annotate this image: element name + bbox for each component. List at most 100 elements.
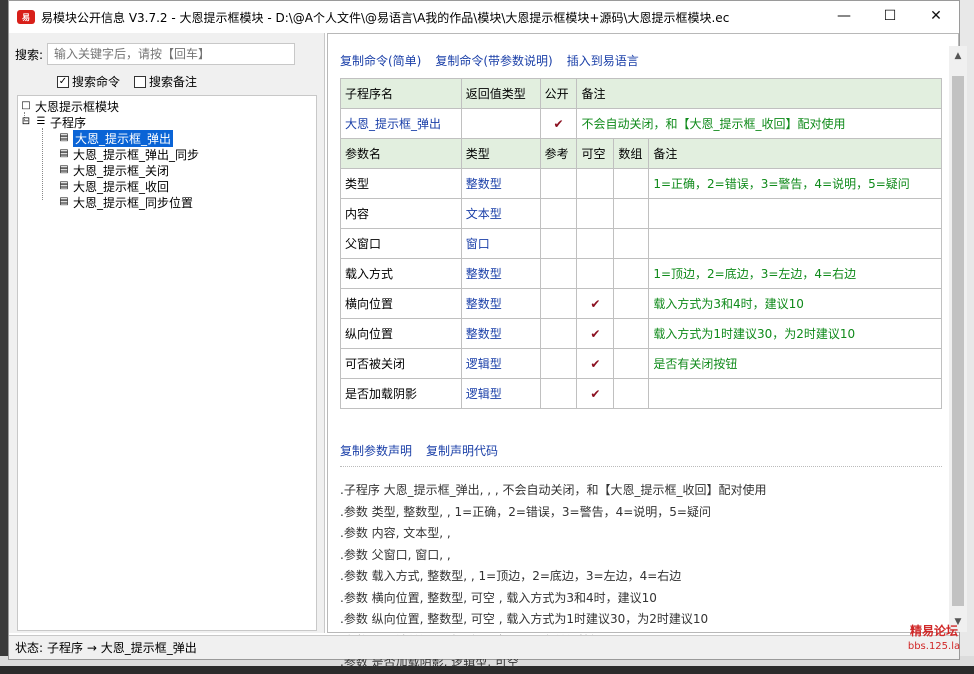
param-name: 纵向位置 — [340, 318, 462, 349]
copy-param-decl-link[interactable]: 复制参数声明 — [340, 442, 412, 459]
subroutine-icon: ▤ — [59, 164, 69, 175]
param-type: 文本型 — [460, 198, 541, 229]
param-array — [613, 288, 650, 319]
watermark: 精易论坛 bbs.125.la — [896, 624, 972, 654]
param-array — [613, 378, 650, 409]
param-ref — [539, 198, 578, 229]
cmd-return-type — [460, 108, 541, 139]
tree-folder[interactable]: ⊟ ☰ 子程序 — [18, 114, 316, 130]
tree-item-label: 大恩_提示框_收回 — [73, 179, 170, 194]
param-note: 1=正确，2=错误，3=警告，4=说明，5=疑问 — [648, 168, 942, 199]
search-input[interactable] — [47, 43, 296, 65]
param-type: 整数型 — [460, 288, 541, 319]
param-array — [613, 198, 650, 229]
minimize-button[interactable]: — — [821, 1, 867, 31]
param-optional-check-icon: ✔ — [576, 348, 615, 379]
param-optional-check-icon: ✔ — [576, 378, 615, 409]
stack-icon: ☰ — [36, 116, 46, 127]
param-ref — [539, 378, 578, 409]
table-row: 横向位置 整数型 ✔ 载入方式为3和4时，建议10 — [340, 288, 942, 319]
tree-root[interactable]: □ 大恩提示框模块 — [18, 98, 316, 114]
cmd-name: 大恩_提示框_弹出 — [340, 108, 462, 139]
scroll-thumb[interactable] — [952, 76, 964, 606]
param-name: 可否被关闭 — [340, 348, 462, 379]
param-name: 父窗口 — [340, 228, 462, 259]
param-ref — [539, 228, 578, 259]
header-cell: 返回值类型 — [460, 78, 541, 109]
status-label: 状态: — [15, 641, 44, 655]
param-type: 整数型 — [460, 318, 541, 349]
window-controls: — ☐ ✕ — [821, 1, 959, 31]
search-note-checkbox[interactable]: 搜索备注 — [134, 73, 197, 90]
param-type: 窗口 — [460, 228, 541, 259]
param-name: 内容 — [340, 198, 462, 229]
copy-decl-code-link[interactable]: 复制声明代码 — [426, 442, 498, 459]
param-name: 类型 — [340, 168, 462, 199]
scroll-up-icon[interactable]: ▲ — [949, 46, 967, 66]
subroutine-icon: ▤ — [59, 180, 69, 191]
divider — [340, 466, 942, 467]
table-row: 可否被关闭 逻辑型 ✔ 是否有关闭按钮 — [340, 348, 942, 379]
maximize-button[interactable]: ☐ — [867, 1, 913, 31]
tree-item[interactable]: ▤ 大恩_提示框_关闭 — [18, 162, 316, 178]
param-optional-check-icon: ✔ — [576, 288, 615, 319]
info-table: 子程序名 返回值类型 公开 备注 大恩_提示框_弹出 ✔ 不会自动关闭，和【大恩… — [340, 78, 942, 409]
param-array — [613, 348, 650, 379]
search-command-label: 搜索命令 — [72, 75, 121, 89]
code-line: .参数 父窗口, 窗口, , — [340, 547, 451, 562]
search-row: 搜索: — [15, 43, 296, 65]
param-name: 横向位置 — [340, 288, 462, 319]
command-links: 复制命令(简单) 复制命令(带参数说明) 插入到易语言 — [340, 52, 639, 69]
vertical-scrollbar[interactable]: ▲ ▼ — [949, 46, 967, 632]
copy-simple-link[interactable]: 复制命令(简单) — [340, 52, 421, 69]
header-cell: 参考 — [539, 138, 578, 169]
param-note: 载入方式为3和4时，建议10 — [648, 288, 942, 319]
param-note — [648, 378, 942, 409]
desktop-left-edge — [0, 0, 8, 666]
param-array — [613, 258, 650, 289]
tree-item[interactable]: ▤ 大恩_提示框_收回 — [18, 178, 316, 194]
checkbox-unchecked-icon — [134, 75, 147, 88]
checkbox-checked-icon: ✓ — [57, 75, 69, 88]
status-bar: 状态: 子程序 → 大恩_提示框_弹出 — [9, 635, 959, 659]
param-optional — [576, 258, 615, 289]
tree-item-label: 大恩_提示框_同步位置 — [73, 195, 194, 210]
search-command-checkbox[interactable]: ✓ 搜索命令 — [57, 73, 120, 90]
param-type: 逻辑型 — [460, 378, 541, 409]
main-window: 易 易模块公开信息 V3.7.2 - 大恩提示框模块 - D:\@A个人文件\@… — [8, 0, 967, 669]
copy-with-params-link[interactable]: 复制命令(带参数说明) — [435, 52, 552, 69]
search-note-label: 搜索备注 — [149, 75, 198, 89]
param-ref — [539, 258, 578, 289]
param-optional-check-icon: ✔ — [576, 318, 615, 349]
tree-item[interactable]: ▤ 大恩_提示框_同步位置 — [18, 194, 316, 210]
insert-link[interactable]: 插入到易语言 — [567, 52, 639, 69]
header-cell: 公开 — [539, 78, 578, 109]
param-name: 载入方式 — [340, 258, 462, 289]
left-panel: 搜索: ✓ 搜索命令 搜索备注 □ 大恩提示框模块 ⊟ ☰ 子程序 — [9, 33, 325, 633]
param-optional — [576, 228, 615, 259]
code-line: .参数 类型, 整数型, , 1=正确，2=错误，3=警告，4=说明，5=疑问 — [340, 504, 711, 519]
header-cell: 备注 — [576, 78, 942, 109]
param-ref — [539, 348, 578, 379]
param-note: 载入方式为1时建议30，为2时建议10 — [648, 318, 942, 349]
status-text: 子程序 → 大恩_提示框_弹出 — [47, 641, 197, 655]
tree-item[interactable]: ▤ 大恩_提示框_弹出_同步 — [18, 146, 316, 162]
param-note: 是否有关闭按钮 — [648, 348, 942, 379]
table-row: 父窗口 窗口 — [340, 228, 942, 259]
subroutine-icon: ▤ — [59, 132, 69, 143]
search-label: 搜索: — [15, 47, 44, 62]
declaration-links: 复制参数声明 复制声明代码 — [340, 442, 498, 459]
tree-folder-label: 子程序 — [50, 115, 87, 130]
app-logo-icon: 易 — [17, 10, 35, 24]
code-line: .参数 纵向位置, 整数型, 可空 , 载入方式为1时建议30，为2时建议10 — [340, 612, 709, 626]
search-options: ✓ 搜索命令 搜索备注 — [57, 73, 197, 90]
table-row: 类型 整数型 1=正确，2=错误，3=警告，4=说明，5=疑问 — [340, 168, 942, 199]
param-array — [613, 228, 650, 259]
code-line: .参数 内容, 文本型, , — [340, 526, 451, 540]
param-type: 逻辑型 — [460, 348, 541, 379]
tree-item[interactable]: ▤ 大恩_提示框_弹出 — [18, 129, 316, 147]
close-button[interactable]: ✕ — [913, 1, 959, 31]
tree-item-label: 大恩_提示框_弹出_同步 — [73, 147, 200, 162]
window-title: 易模块公开信息 V3.7.2 - 大恩提示框模块 - D:\@A个人文件\@易语… — [41, 10, 730, 25]
table-row: 纵向位置 整数型 ✔ 载入方式为1时建议30，为2时建议10 — [340, 318, 942, 349]
